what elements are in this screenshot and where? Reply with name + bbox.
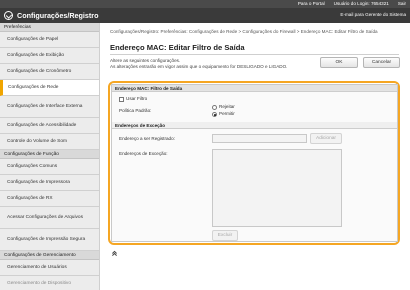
top-bar: Para o Portal Usuário do Login: 7654321 … — [0, 0, 410, 8]
add-button[interactable]: Adicionar — [310, 133, 342, 144]
policy-permit-radio[interactable] — [212, 112, 217, 117]
login-user-label: Usuário do Login: 7654321 — [333, 1, 389, 6]
sidebar-item-secure-print[interactable]: Configurações de Impressão Segura — [0, 229, 99, 251]
sidebar-item-user-management[interactable]: Gerenciamento de Usuários — [0, 260, 99, 276]
policy-reject-radio[interactable] — [212, 105, 217, 110]
sidebar-item-label: Gerenciamento de Dispositivo — [7, 281, 71, 286]
main-content: Configurações/Registro: Preferências: Co… — [101, 23, 410, 290]
logout-link[interactable]: Sair — [398, 1, 406, 6]
sidebar-item-label: Configurações de Interface Externa — [7, 104, 83, 109]
default-policy-label: Política Padrão: — [119, 108, 152, 113]
sidebar-item-common-settings[interactable]: Configurações Comuns — [0, 159, 99, 175]
sidebar-item-label: Configurações de Cronômetro — [7, 69, 72, 74]
ok-button[interactable]: OK — [320, 57, 358, 68]
title-divider — [110, 54, 399, 55]
exception-addresses-label: Endereços de Exceção: — [119, 151, 168, 156]
top-links: Para o Portal Usuário do Login: 7654321 … — [298, 1, 406, 6]
sidebar-item-label: Configurações de Exibição — [7, 53, 65, 58]
sidebar-item-label: Gerenciamento de Usuários — [7, 265, 67, 270]
sidebar-item-label: Configurações de Impressora — [7, 180, 70, 185]
sidebar-item-timer-settings[interactable]: Configurações de Cronômetro — [0, 64, 99, 80]
app-title[interactable]: Configurações/Registro — [17, 11, 98, 20]
intro-text: Altere as seguintes configurações. As al… — [110, 58, 300, 70]
sidebar-item-printer-settings[interactable]: Configurações de Impressora — [0, 175, 99, 191]
sidebar-item-label: Configurações de Papel — [7, 37, 59, 42]
sidebar: Preferências Configurações de Papel Conf… — [0, 23, 100, 290]
exception-addresses-list[interactable] — [212, 149, 342, 227]
delete-button[interactable]: Excluir — [212, 230, 238, 241]
sidebar-item-label: Configurações de Rede — [8, 85, 59, 90]
filter-section-title: Endereço MAC: Filtro de Saída — [112, 85, 397, 92]
double-up-arrow-icon[interactable] — [111, 250, 118, 257]
use-filter-checkbox[interactable] — [119, 97, 124, 102]
sidebar-item-file-access[interactable]: Acessar Configurações de Arquivos — [0, 207, 99, 229]
sidebar-item-label: Configurações Comuns — [7, 164, 58, 169]
policy-permit-label: Permitir — [219, 111, 235, 116]
address-to-register-input[interactable] — [212, 134, 307, 143]
policy-reject-label: Rejeitar — [219, 104, 235, 109]
breadcrumb: Configurações/Registro: Preferências: Co… — [110, 29, 378, 34]
app-header: Configurações/Registro E-mail para Geren… — [0, 8, 410, 23]
sidebar-item-label: Configurações de Impressão Segura — [7, 237, 86, 242]
page-title: Endereço MAC: Editar Filtro de Saída — [110, 43, 245, 52]
sidebar-heading-preferences: Preferências — [0, 23, 99, 32]
sidebar-item-network-settings[interactable]: Configurações de Rede — [0, 80, 99, 96]
sidebar-item-device-management[interactable]: Gerenciamento de Dispositivo — [0, 276, 99, 290]
sidebar-item-paper-settings[interactable]: Configurações de Papel — [0, 32, 99, 48]
sidebar-heading-function-settings: Configurações de Função — [0, 150, 99, 159]
sidebar-item-label: Configurações de Acessibilidade — [7, 123, 77, 128]
address-to-register-label: Endereço a ser Registrado: — [119, 136, 175, 141]
cancel-button[interactable]: Cancelar — [363, 57, 400, 68]
check-circle-icon — [4, 11, 13, 20]
mail-admin-link[interactable]: E-mail para Gerente do Sistema — [340, 12, 406, 17]
settings-panel: Endereço MAC: Filtro de Saída Usar Filtr… — [111, 84, 398, 242]
sidebar-item-label: Controle do Volume de Som — [7, 139, 67, 144]
sidebar-item-external-interface[interactable]: Configurações de Interface Externa — [0, 96, 99, 118]
use-filter-label: Usar Filtro — [126, 96, 148, 101]
sidebar-item-label: Acessar Configurações de Arquivos — [7, 215, 83, 220]
sidebar-item-display-settings[interactable]: Configurações de Exibição — [0, 48, 99, 64]
intro-line-2: As alterações entrarão em vigor assim qu… — [110, 64, 288, 69]
sidebar-item-label: Configurações de RX — [7, 196, 53, 201]
exceptions-section-title: Endereços de Exceção — [112, 122, 397, 129]
sidebar-item-sound-volume[interactable]: Controle do Volume de Som — [0, 134, 99, 150]
sidebar-item-accessibility[interactable]: Configurações de Acessibilidade — [0, 118, 99, 134]
sidebar-heading-management-settings: Configurações de Gerenciamento — [0, 251, 99, 260]
sidebar-item-rx-settings[interactable]: Configurações de RX — [0, 191, 99, 207]
portal-link[interactable]: Para o Portal — [298, 1, 325, 6]
